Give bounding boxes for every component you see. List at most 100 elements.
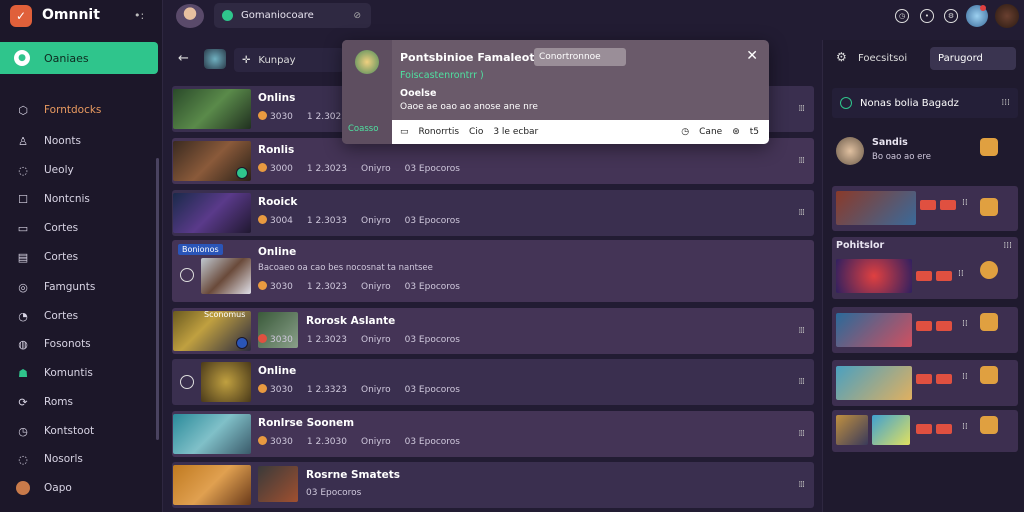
more-icon[interactable]: ⁞⁞⁞ xyxy=(798,104,805,114)
more-icon[interactable]: ⁞⁞⁞ xyxy=(1001,98,1010,108)
sidebar-item-label: Fosonots xyxy=(44,338,91,350)
tag-icon xyxy=(936,424,952,434)
popup-bar-item[interactable]: Cane xyxy=(699,127,722,137)
sidebar-item-label: Noonts xyxy=(44,135,81,147)
popup-dialog: Coasso Pontsbinioe Famaleotis Conortronn… xyxy=(342,40,769,144)
sidebar-item-9[interactable]: ☗ Komuntis xyxy=(0,360,150,386)
sidebar-item-2[interactable]: ◌ Ueoly xyxy=(0,157,150,183)
radio-icon[interactable] xyxy=(180,268,194,282)
sidebar-item-6[interactable]: ◎ Famgunts xyxy=(0,274,150,300)
list-item[interactable]: Ronlis 3000 1 2.3023 Oniyro 03 Epocoros ⁞⁞… xyxy=(172,138,814,184)
rp-card-featured[interactable]: Pohitslor ⁞⁞⁞ ⁞⁞ xyxy=(832,237,1018,299)
more-icon[interactable]: ⁞⁞ xyxy=(962,198,968,208)
popup-bar-item[interactable]: Ronorrtis xyxy=(419,127,460,137)
sidebar-item-4[interactable]: ▭ Cortes xyxy=(0,215,150,241)
row-title: Onlins xyxy=(258,92,296,104)
profile-avatar[interactable] xyxy=(176,4,204,28)
list-item[interactable]: Rooick 3004 1 2.3033 Oniyro 03 Epocoros ⁞⁞… xyxy=(172,190,814,236)
row-meta: 3030 1 2.3030 Oniyro 03 Epocoros xyxy=(258,436,460,447)
sidebar-item-8[interactable]: ◍ Fosonots xyxy=(0,331,150,357)
document-icon: ▭ xyxy=(17,221,29,235)
avatar-icon xyxy=(16,481,30,495)
back-arrow-icon[interactable]: ← xyxy=(178,51,189,66)
sidebar-item-1[interactable]: ♙ Noonts xyxy=(0,128,150,154)
popup-input[interactable]: Conortronnoe xyxy=(534,48,626,66)
list-item[interactable]: Bonionos Online Bacoaeo oa cao bes nocos… xyxy=(172,240,814,302)
popup-bar-item[interactable]: t5 xyxy=(750,127,759,137)
sidebar-scrollbar[interactable] xyxy=(156,158,159,440)
clock-icon[interactable]: ◷ xyxy=(895,9,909,23)
rp-card[interactable]: ⁞⁞ xyxy=(832,360,1018,406)
info-icon[interactable]: • xyxy=(920,9,934,23)
settings-icon[interactable]: ⊛ xyxy=(732,127,740,137)
list-item[interactable]: Sconomus Rorosk Aslante 3030 1 2.3023 Oni… xyxy=(172,308,814,354)
popup-bar-item[interactable]: 3 le ecbar xyxy=(493,127,538,137)
more-icon[interactable]: ⁞⁞⁞ xyxy=(798,429,805,439)
sidebar-item-label: Nontcnis xyxy=(44,193,90,205)
row-title: Rosrne Smatets xyxy=(306,469,400,481)
row-meta: 3000 1 2.3023 Oniyro 03 Epocoros xyxy=(258,163,460,174)
sidebar-item-label: Cortes xyxy=(44,310,79,322)
game-icon xyxy=(980,138,998,156)
right-panel-button[interactable]: Parugord xyxy=(930,47,1016,70)
row-title: Ronlrse Soonem xyxy=(258,417,355,429)
user-card[interactable]: Sandis Bo oao ao ere xyxy=(832,128,1018,174)
row-description: Bacoaeo oa cao bes nocosnat ta nantsee xyxy=(258,263,433,273)
radio-icon[interactable] xyxy=(180,375,194,389)
popup-input-value: Conortronnoe xyxy=(539,52,601,62)
more-icon[interactable]: ⁞⁞ xyxy=(962,422,968,432)
more-icon[interactable]: ⁞⁞⁞ xyxy=(798,326,805,336)
game-thumbnail xyxy=(201,258,251,294)
sidebar-item-10[interactable]: ⟳ Roms xyxy=(0,389,150,415)
rp-card[interactable]: ⁞⁞ xyxy=(832,186,1018,231)
settings-icon[interactable]: ⚙ xyxy=(944,9,958,23)
more-icon[interactable]: ⁞⁞⁞ xyxy=(1003,241,1012,251)
sidebar-item-active[interactable]: ● Oaniaes xyxy=(0,42,158,74)
sidebar-item-7[interactable]: ◔ Cortes xyxy=(0,303,150,329)
close-icon[interactable]: ✕ xyxy=(746,48,758,64)
sidebar-item-label: Roms xyxy=(44,396,73,408)
box-icon: ☐ xyxy=(18,192,28,206)
more-icon[interactable]: ⁞⁞⁞ xyxy=(798,208,805,218)
more-icon[interactable]: ⁞⁞ xyxy=(962,319,968,329)
popup-bar-item[interactable]: Cio xyxy=(469,127,483,137)
tag-icon xyxy=(916,321,932,331)
list-item[interactable]: Rosrne Smatets 03 Epocoros ⁞⁞⁞ xyxy=(172,462,814,508)
settings-icon[interactable]: ⚙ xyxy=(836,50,847,64)
more-icon[interactable]: ⁞⁞ xyxy=(962,372,968,382)
tab-close-icon[interactable]: ⊘ xyxy=(353,11,361,21)
card-label: Pohitslor xyxy=(836,240,885,251)
more-icon[interactable]: ⁞⁞ xyxy=(958,269,964,279)
plus-icon: ✛ xyxy=(242,54,251,66)
popup-avatar xyxy=(355,50,379,74)
game-icon xyxy=(980,198,998,216)
right-panel-section[interactable]: Nonas bolia Bagadz ⁞⁞⁞ xyxy=(832,88,1018,118)
card-image xyxy=(836,191,916,225)
tab-status-icon xyxy=(222,10,233,21)
sidebar-item-3[interactable]: ☐ Nontcnis xyxy=(0,186,150,212)
list-item[interactable]: Ronlrse Soonem 3030 1 2.3030 Oniyro 03 Epo… xyxy=(172,411,814,457)
rp-card[interactable]: ⁞⁞ xyxy=(832,307,1018,353)
sidebar-item-12[interactable]: ◌ Nosorls xyxy=(0,446,150,472)
user-avatar-secondary[interactable] xyxy=(995,4,1019,28)
shield-icon: ⬡ xyxy=(18,103,28,117)
sidebar-item-5[interactable]: ▤ Cortes xyxy=(0,244,150,270)
collapse-icon[interactable]: •: xyxy=(134,9,144,22)
app-logo[interactable]: ✓ xyxy=(10,5,32,27)
more-icon[interactable]: ⁞⁞⁞ xyxy=(798,377,805,387)
list-item[interactable]: Online 3030 1 2.3323 Oniyro 03 Epocoros ⁞⁞… xyxy=(172,359,814,405)
toolbar-thumbnail[interactable] xyxy=(204,49,226,69)
more-icon[interactable]: ⁞⁞⁞ xyxy=(798,156,805,166)
rp-card[interactable]: ⁞⁞ xyxy=(832,410,1018,452)
more-icon[interactable]: ⁞⁞⁞ xyxy=(798,480,805,490)
game-thumbnail xyxy=(173,89,251,129)
row-tag: Sconomus xyxy=(204,310,246,319)
toolbar-search[interactable]: ✛ Kunpay xyxy=(234,48,344,72)
status-badge xyxy=(236,337,248,349)
row-title: Online xyxy=(258,365,297,377)
row-meta: 3004 1 2.3033 Oniyro 03 Epocoros xyxy=(258,215,460,226)
sidebar-item-11[interactable]: ◷ Kontstoot xyxy=(0,418,150,444)
sidebar-item-0[interactable]: ⬡ Forntdocks xyxy=(0,97,150,123)
sidebar-item-13[interactable]: Oapo xyxy=(0,475,150,501)
top-tab[interactable]: Gomaniocoare ⊘ xyxy=(214,3,371,28)
